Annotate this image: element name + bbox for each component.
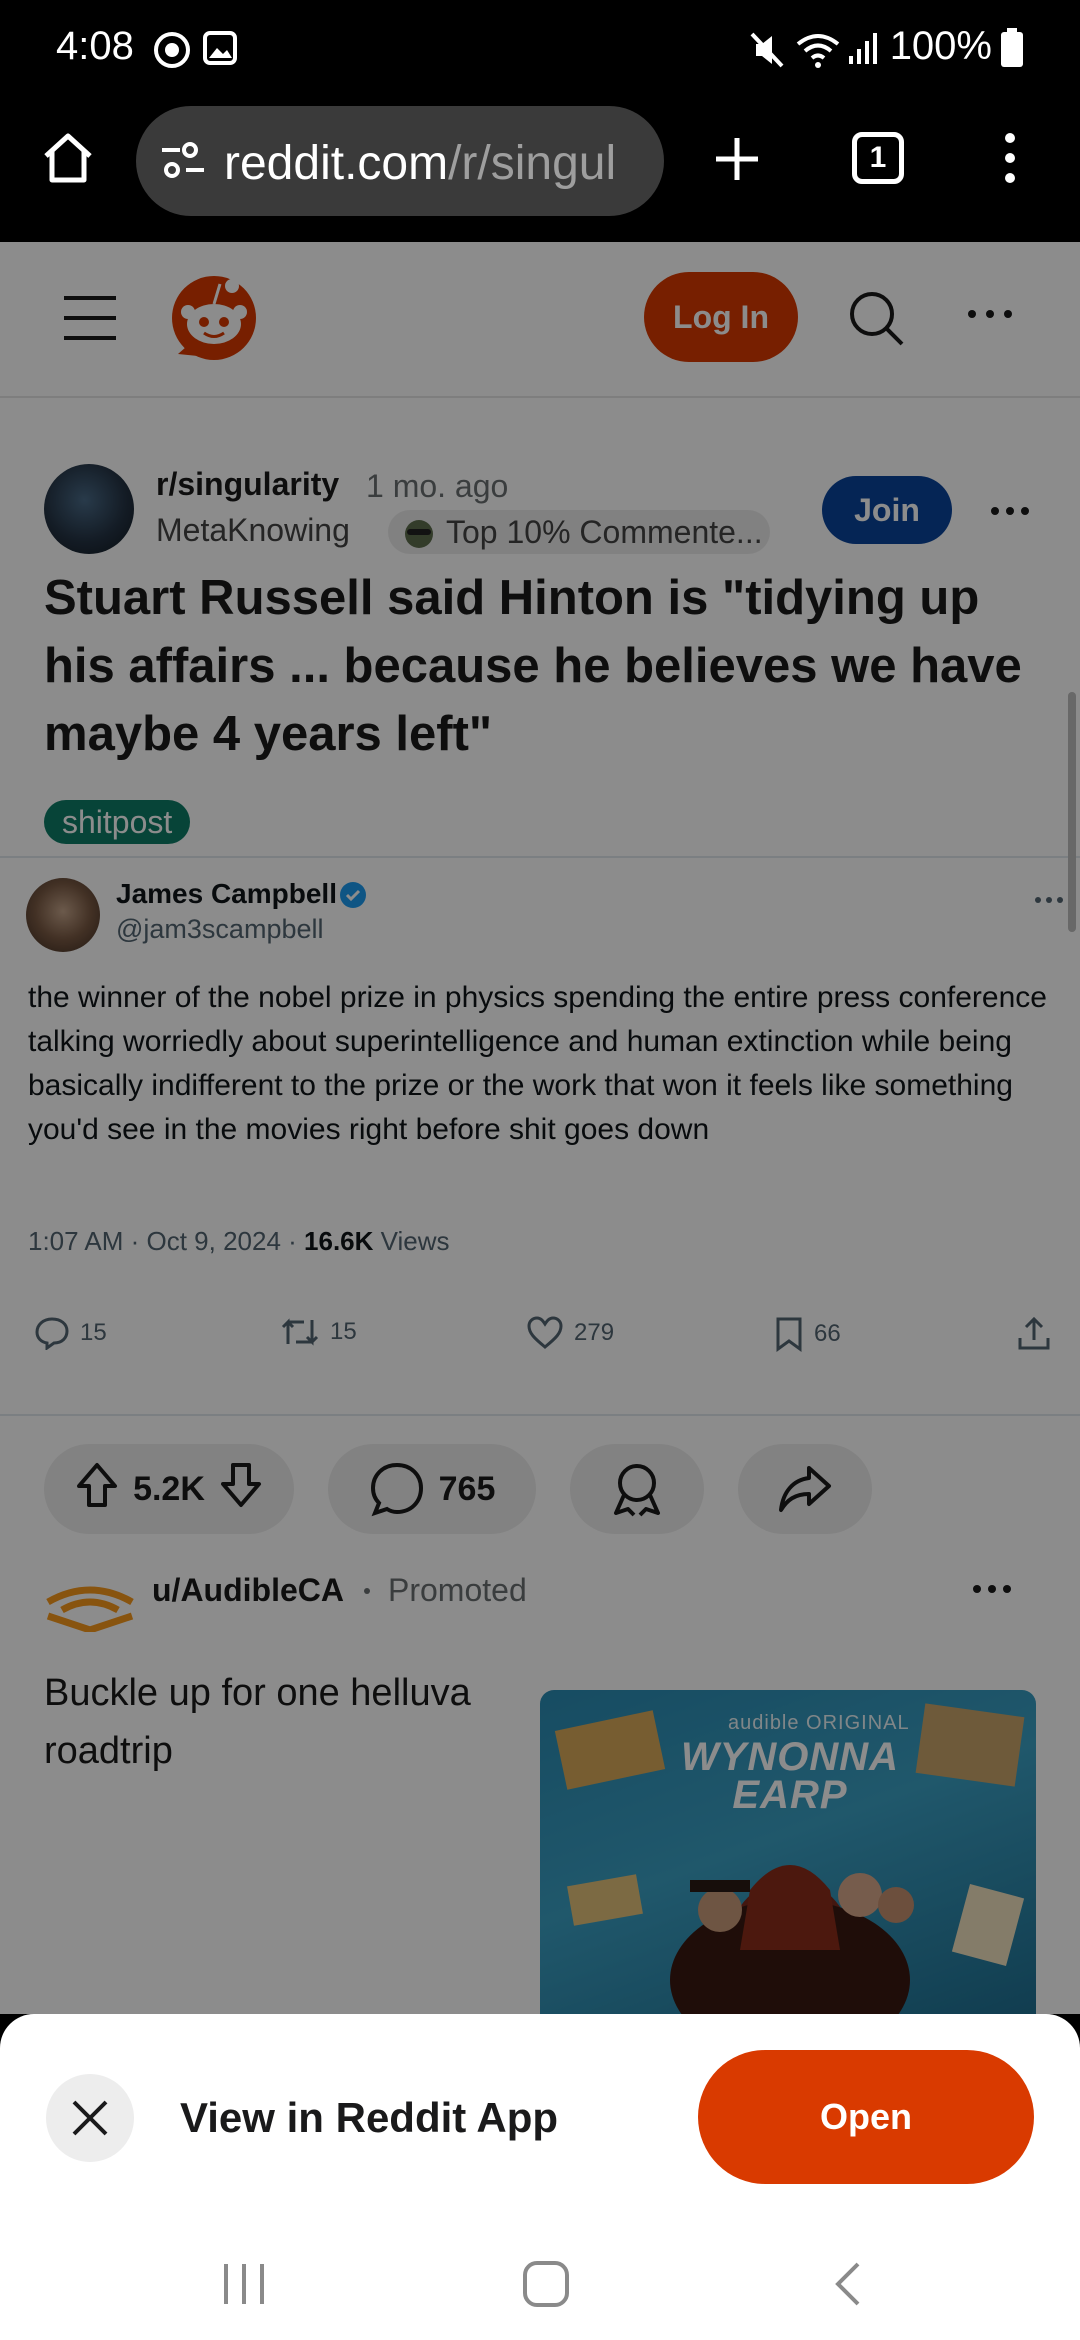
ad-image-brand: audible ORIGINAL: [728, 1712, 910, 1734]
status-time: 4:08: [56, 24, 134, 68]
share-arrow-icon: [779, 1466, 831, 1512]
home-nav-icon[interactable]: [522, 2260, 570, 2313]
mute-icon: [750, 30, 786, 75]
status-bar: 4:08 100%: [0, 0, 1080, 100]
url-text: reddit.com/r/singul: [224, 137, 617, 190]
tweet-share-button[interactable]: [1016, 1316, 1052, 1352]
close-sheet-button[interactable]: [46, 2074, 134, 2162]
downvote-icon[interactable]: [219, 1462, 263, 1517]
open-app-button[interactable]: Open: [698, 2050, 1034, 2184]
tweet-actions: 15 15 279 66: [0, 1298, 1080, 1378]
tweet-more-icon[interactable]: [1034, 892, 1064, 910]
tweet-avatar[interactable]: [26, 878, 100, 952]
subreddit-avatar[interactable]: [44, 464, 134, 554]
tab-switcher-button[interactable]: 1: [852, 132, 904, 184]
back-nav-icon[interactable]: [832, 2260, 864, 2313]
page-scrollbar[interactable]: [1068, 692, 1076, 932]
upvote-icon[interactable]: [75, 1462, 119, 1517]
tweet-handle[interactable]: @jam3scampbell: [116, 914, 323, 945]
award-icon: [614, 1464, 660, 1517]
user-flair-badge: Top 10% Commente...: [388, 510, 770, 554]
embedded-tweet[interactable]: James Campbell @jam3scampbell the winner…: [0, 856, 1080, 1416]
signal-icon: [848, 30, 878, 71]
post-title[interactable]: Stuart Russell said Hinton is "tidying u…: [44, 564, 1044, 768]
bookmark-icon: [776, 1317, 802, 1352]
heart-icon: [527, 1316, 563, 1349]
url-bar[interactable]: reddit.com/r/singul: [136, 106, 664, 216]
home-icon[interactable]: [40, 130, 96, 191]
new-tab-icon[interactable]: [712, 134, 762, 189]
screen-record-icon: [152, 30, 192, 75]
post-options-icon[interactable]: [990, 504, 1030, 523]
search-icon[interactable]: [846, 288, 906, 353]
ad-advertiser-name[interactable]: u/AudibleCA: [152, 1572, 344, 1609]
retweet-icon: [281, 1318, 319, 1346]
upvote-count: 5.2K: [133, 1469, 205, 1508]
comment-icon: [370, 1462, 423, 1517]
browser-toolbar: reddit.com/r/singul 1: [0, 100, 1080, 242]
audible-logo-icon[interactable]: [44, 1572, 136, 1634]
recent-apps-icon[interactable]: [220, 2262, 268, 2311]
reddit-logo-icon[interactable]: [168, 270, 260, 367]
tweet-author-name[interactable]: James Campbell: [116, 878, 337, 910]
android-nav-bar: [0, 2224, 1080, 2340]
share-button[interactable]: [738, 1444, 872, 1534]
ad-image[interactable]: audible ORIGINAL WYNONNA EARP: [540, 1690, 1036, 2014]
vote-bar: 5.2K: [44, 1444, 294, 1534]
tweet-reply-button[interactable]: 15: [34, 1316, 107, 1350]
post-age: 1 mo. ago: [366, 468, 509, 504]
commenter-badge-icon: [402, 516, 436, 554]
tweet-bookmark-button[interactable]: 66: [774, 1316, 841, 1352]
ad-headline[interactable]: Buckle up for one helluva roadtrip: [44, 1664, 524, 1780]
subreddit-name[interactable]: r/singularity: [156, 466, 339, 503]
tweet-like-button[interactable]: 279: [526, 1316, 614, 1350]
browser-menu-icon[interactable]: [1000, 130, 1020, 191]
battery-percent: 100%: [889, 24, 992, 68]
gallery-icon: [202, 30, 238, 71]
comments-button[interactable]: 765: [328, 1444, 536, 1534]
wifi-icon: [796, 30, 840, 75]
join-button[interactable]: Join: [822, 476, 952, 544]
award-button[interactable]: [570, 1444, 704, 1534]
tweet-timestamp: 1:07 AM · Oct 9, 2024 · 16.6K Views: [28, 1226, 450, 1256]
post-author[interactable]: MetaKnowing: [156, 512, 350, 549]
hamburger-menu-icon[interactable]: [62, 294, 118, 347]
tweet-text: the winner of the nobel prize in physics…: [28, 981, 1047, 1146]
site-settings-icon[interactable]: [158, 136, 208, 191]
promoted-label: Promoted: [388, 1572, 527, 1608]
post-flair-tag[interactable]: shitpost: [44, 800, 191, 844]
upload-share-icon: [1018, 1316, 1050, 1350]
dot-separator: [364, 1588, 370, 1594]
comment-count: 765: [438, 1469, 496, 1508]
verified-badge-icon: [338, 880, 368, 915]
battery-icon: [1000, 28, 1024, 73]
close-icon: [72, 2100, 108, 2136]
reddit-page: Log In r/singularity 1 mo. ago MetaKnowi…: [0, 242, 1080, 2014]
log-in-button[interactable]: Log In: [644, 272, 798, 362]
tweet-retweet-button[interactable]: 15: [280, 1316, 357, 1348]
more-options-icon[interactable]: [966, 306, 1014, 327]
reddit-header: Log In: [0, 242, 1080, 398]
reply-icon: [35, 1317, 69, 1350]
open-in-app-sheet: View in Reddit App Open: [0, 2014, 1080, 2340]
ad-image-title: WYNONNA EARP: [680, 1735, 900, 1817]
sheet-title: View in Reddit App: [180, 2094, 559, 2141]
ad-options-icon[interactable]: [972, 1582, 1012, 1601]
